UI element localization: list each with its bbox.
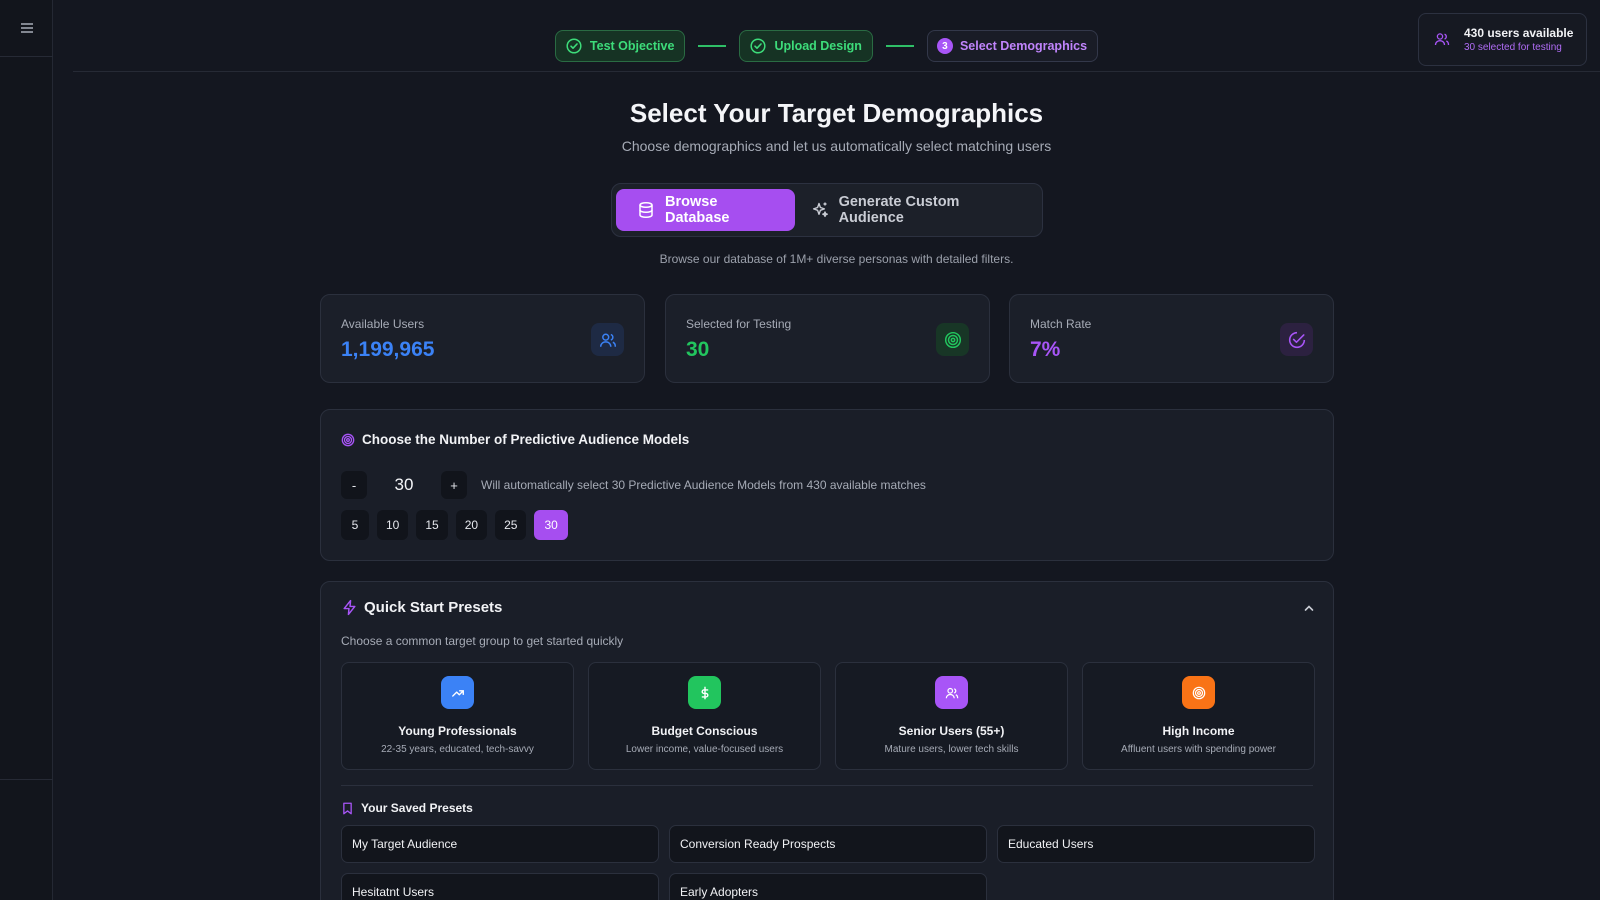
preset-title: High Income	[1162, 724, 1235, 738]
saved-preset-item[interactable]: Hesitatnt Users	[341, 873, 659, 900]
count-option-15[interactable]: 15	[416, 510, 448, 540]
chevron-up-icon[interactable]	[1301, 600, 1317, 616]
users-selected-text: 30 selected for testing	[1464, 42, 1562, 53]
preset-budget-conscious[interactable]: Budget Conscious Lower income, value-foc…	[588, 662, 821, 770]
step-number: 3	[936, 38, 953, 54]
step-label: Select Demographics	[959, 39, 1088, 53]
stat-label: Match Rate	[1030, 317, 1092, 331]
saved-presets-heading-text: Your Saved Presets	[361, 801, 473, 815]
users-icon	[1434, 31, 1452, 49]
preset-description: 22-35 years, educated, tech-savvy	[381, 744, 534, 755]
saved-presets-list: My Target Audience Conversion Ready Pros…	[341, 825, 1315, 900]
check-circle-icon	[749, 37, 767, 55]
saved-preset-item[interactable]: Conversion Ready Prospects	[669, 825, 987, 863]
target-icon	[936, 323, 969, 356]
count-option-25[interactable]: 25	[495, 510, 527, 540]
step-upload-design[interactable]: Upload Design	[739, 30, 873, 62]
check-circle-icon	[565, 37, 583, 55]
preset-title: Budget Conscious	[651, 724, 758, 738]
database-icon	[637, 201, 655, 219]
step-label: Test Objective	[589, 39, 675, 53]
users-available-text: 430 users available	[1464, 26, 1574, 40]
saved-preset-item[interactable]: Early Adopters	[669, 873, 987, 900]
preset-high-income[interactable]: High Income Affluent users with spending…	[1082, 662, 1315, 770]
quick-start-presets-panel: Quick Start Presets Choose a common targ…	[320, 581, 1334, 900]
stat-value: 1,199,965	[341, 338, 435, 361]
presets-heading: Quick Start Presets	[341, 599, 502, 616]
preset-title: Young Professionals	[398, 724, 517, 738]
section-divider	[341, 785, 1313, 786]
decrement-button[interactable]: -	[341, 471, 367, 499]
lightning-icon	[341, 599, 358, 616]
step-connector	[885, 45, 914, 47]
saved-preset-item[interactable]: My Target Audience	[341, 825, 659, 863]
header-divider	[73, 71, 1600, 72]
step-connector	[698, 45, 727, 47]
saved-preset-item[interactable]: Educated Users	[997, 825, 1315, 863]
preset-description: Mature users, lower tech skills	[884, 744, 1019, 755]
stat-label: Selected for Testing	[686, 317, 792, 331]
presets-heading-text: Quick Start Presets	[364, 599, 503, 616]
preset-title: Senior Users (55+)	[898, 724, 1005, 738]
sparkles-icon	[811, 201, 829, 219]
sidebar-divider	[0, 779, 53, 780]
step-test-objective[interactable]: Test Objective	[554, 30, 686, 62]
audience-models-panel: Choose the Number of Predictive Audience…	[320, 409, 1334, 561]
stat-available-users: Available Users 1,199,965	[320, 294, 645, 383]
page-title: Select Your Target Demographics	[629, 98, 1044, 128]
step-select-demographics[interactable]: 3 Select Demographics	[926, 30, 1099, 62]
dollar-icon	[688, 676, 721, 709]
bookmark-icon	[341, 802, 354, 815]
target-icon	[1182, 676, 1215, 709]
preset-cards: Young Professionals 22-35 years, educate…	[341, 662, 1315, 770]
preset-senior-users[interactable]: Senior Users (55+) Mature users, lower t…	[835, 662, 1068, 770]
preset-young-professionals[interactable]: Young Professionals 22-35 years, educate…	[341, 662, 574, 770]
auto-select-note: Will automatically select 30 Predictive …	[481, 478, 926, 492]
model-count-value[interactable]: 30	[367, 475, 441, 495]
increment-button[interactable]: +	[441, 471, 467, 499]
stat-selected-for-testing: Selected for Testing 30	[665, 294, 990, 383]
progress-stepper: Test Objective Upload Design 3 Select De…	[0, 30, 1600, 62]
users-icon	[935, 676, 968, 709]
check-circle-icon	[1280, 323, 1313, 356]
browse-database-button[interactable]: Browse Database	[616, 189, 795, 231]
browse-database-label: Browse Database	[665, 194, 730, 226]
saved-presets-heading: Your Saved Presets	[341, 801, 473, 815]
sidebar	[0, 0, 53, 900]
users-icon	[591, 323, 624, 356]
audience-mode-toggle: Browse Database Generate Custom Audience	[611, 183, 1043, 237]
count-option-10[interactable]: 10	[377, 510, 409, 540]
model-count-stepper: - 30 + Will automatically select 30 Pred…	[341, 471, 926, 499]
step-label: Upload Design	[774, 39, 862, 53]
users-available-pill[interactable]: 430 users available 30 selected for test…	[1418, 13, 1587, 66]
models-heading: Choose the Number of Predictive Audience…	[341, 432, 689, 447]
count-option-5[interactable]: 5	[341, 510, 369, 540]
quick-count-options: 5 10 15 20 25 30	[341, 510, 568, 540]
presets-description: Choose a common target group to get star…	[341, 634, 624, 648]
generate-custom-audience-label: Generate Custom Audience	[838, 194, 960, 226]
generate-custom-audience-button[interactable]: Generate Custom Audience	[795, 189, 1038, 231]
models-heading-text: Choose the Number of Predictive Audience…	[362, 432, 690, 447]
count-option-30[interactable]: 30	[534, 510, 568, 540]
preset-description: Lower income, value-focused users	[625, 744, 784, 755]
count-option-20[interactable]: 20	[455, 510, 488, 540]
preset-description: Affluent users with spending power	[1121, 744, 1276, 755]
target-icon	[341, 433, 355, 447]
browse-description: Browse our database of 1M+ diverse perso…	[659, 252, 1014, 266]
trending-up-icon	[441, 676, 474, 709]
stat-match-rate: Match Rate 7%	[1009, 294, 1334, 383]
stat-value: 7%	[1030, 338, 1061, 361]
stat-label: Available Users	[341, 317, 425, 331]
page-subtitle: Choose demographics and let us automatic…	[621, 138, 1052, 154]
stat-value: 30	[686, 338, 710, 361]
